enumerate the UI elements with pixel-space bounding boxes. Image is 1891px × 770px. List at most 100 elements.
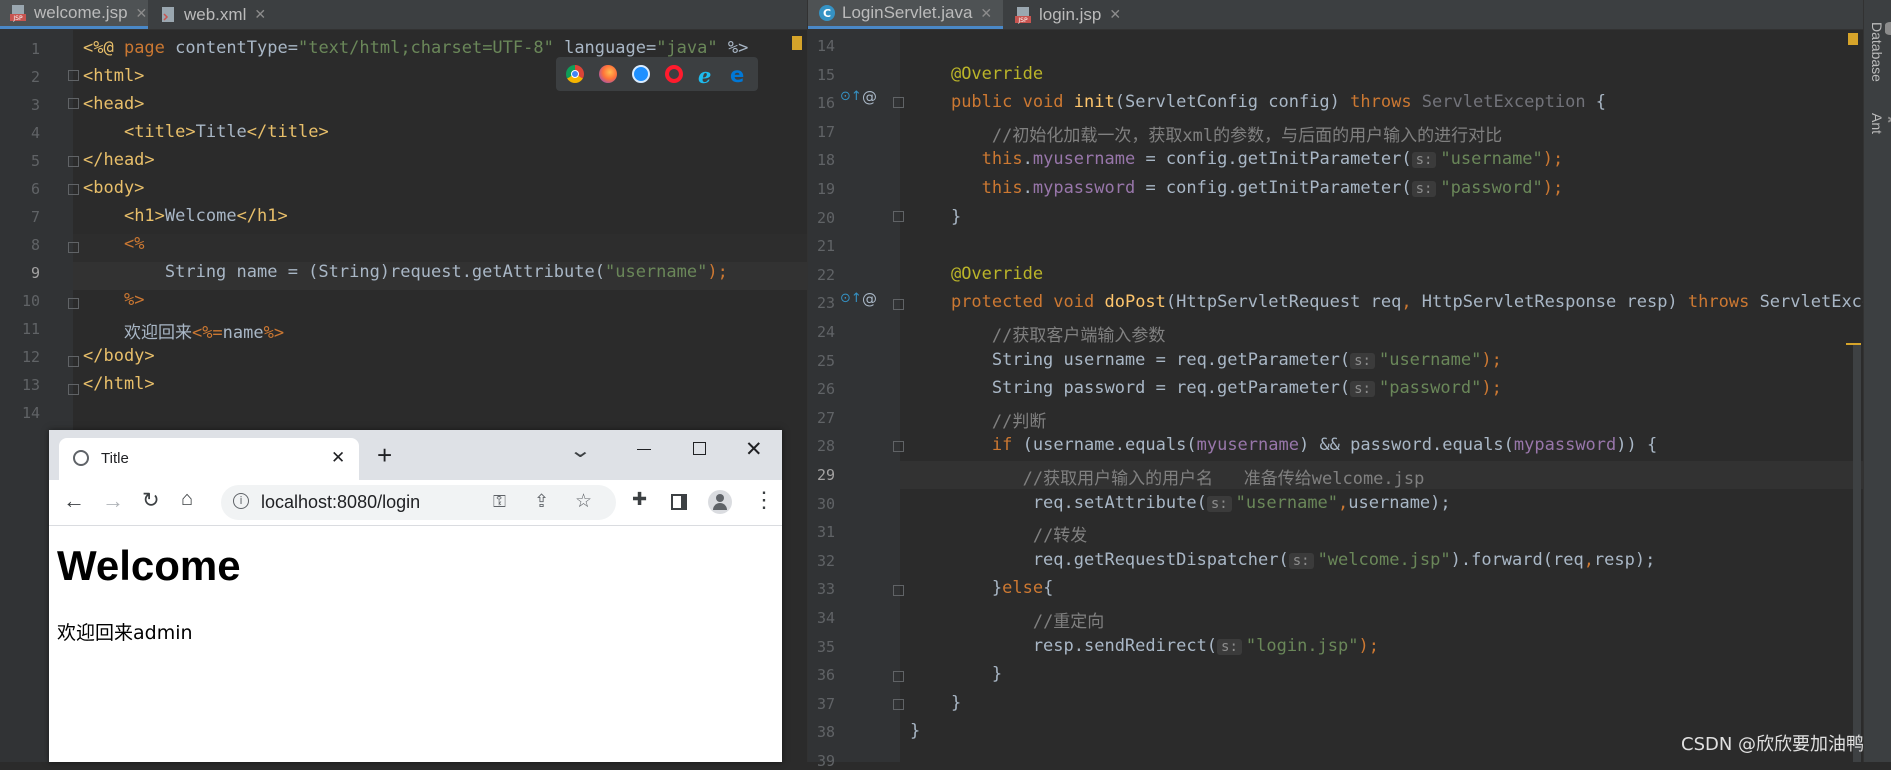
fold-marker[interactable] bbox=[893, 585, 904, 596]
fold-marker[interactable] bbox=[893, 211, 904, 222]
fold-marker[interactable] bbox=[893, 299, 904, 310]
code-line[interactable]: String password = req.getParameter(s: "pa… bbox=[910, 378, 1502, 398]
code-line[interactable]: }else{ bbox=[910, 578, 1053, 598]
vertical-scrollbar[interactable] bbox=[1853, 345, 1861, 762]
chrome-icon[interactable] bbox=[566, 65, 584, 83]
side-panel-icon[interactable] bbox=[671, 494, 687, 510]
fold-marker[interactable] bbox=[68, 70, 79, 81]
code-line[interactable]: %> bbox=[83, 290, 144, 310]
share-icon[interactable]: ⇪ bbox=[534, 491, 549, 512]
key-icon[interactable]: ⚿ bbox=[493, 492, 506, 512]
code-line[interactable]: } bbox=[910, 693, 961, 713]
close-icon[interactable]: ✕ bbox=[1109, 6, 1121, 23]
window-close-button[interactable]: ✕ bbox=[745, 437, 763, 462]
code-line[interactable]: <%@ page contentType="text/html;charset=… bbox=[83, 38, 748, 58]
ant-panel-button[interactable]: ✱ Ant bbox=[1869, 113, 1891, 134]
code-line[interactable]: //判断 bbox=[910, 407, 1046, 432]
annotation-icon[interactable]: @ bbox=[862, 290, 877, 308]
fold-marker[interactable] bbox=[68, 298, 79, 309]
code-line[interactable]: <title>Title</title> bbox=[83, 122, 329, 142]
code-line[interactable]: } bbox=[910, 664, 1002, 684]
code-line[interactable]: req.getRequestDispatcher(s: "welcome.jsp"… bbox=[910, 550, 1656, 570]
star-icon[interactable]: ☆ bbox=[575, 490, 592, 513]
avatar[interactable] bbox=[708, 490, 732, 514]
code-line[interactable]: protected void doPost(HttpServletRequest… bbox=[910, 292, 1891, 312]
address-bar[interactable]: i localhost:8080/login ⚿ ⇪ ☆ bbox=[221, 485, 616, 520]
code-line[interactable]: <% bbox=[83, 234, 144, 254]
code-line[interactable]: <h1>Welcome</h1> bbox=[83, 206, 288, 226]
chevron-down-icon[interactable]: ⌄ bbox=[569, 438, 592, 463]
code-line[interactable]: req.setAttribute(s: "username",username); bbox=[910, 493, 1451, 513]
code-line[interactable]: //获取用户输入的用户名 准备传给welcome.jsp bbox=[910, 464, 1425, 489]
opera-icon[interactable] bbox=[665, 65, 683, 83]
code-line[interactable]: if (username.equals(myusername) && passw… bbox=[910, 435, 1657, 455]
close-icon[interactable]: ✕ bbox=[980, 5, 992, 22]
minimize-button[interactable] bbox=[637, 449, 651, 450]
extensions-icon[interactable]: ✚ bbox=[632, 489, 647, 510]
code-token: init bbox=[1073, 92, 1115, 113]
fold-marker[interactable] bbox=[893, 671, 904, 682]
code-line[interactable]: <head> bbox=[83, 94, 144, 114]
code-line[interactable]: String name = (String)request.getAttribu… bbox=[83, 262, 728, 282]
code-line[interactable]: <html> bbox=[83, 66, 144, 86]
close-icon[interactable]: ✕ bbox=[331, 448, 345, 468]
code-line[interactable]: //初始化加载一次，获取xml的参数，与后面的用户输入的进行对比 bbox=[910, 121, 1502, 146]
fold-marker[interactable] bbox=[68, 384, 79, 395]
edge-icon[interactable]: e bbox=[730, 63, 744, 87]
code-line[interactable]: <body> bbox=[83, 178, 144, 198]
parameter-hint: s: bbox=[1217, 638, 1242, 655]
new-tab-button[interactable]: + bbox=[377, 440, 392, 471]
override-icon[interactable]: ⊙↑ bbox=[840, 291, 862, 306]
line-number: 16 bbox=[816, 94, 835, 113]
firefox-icon[interactable] bbox=[599, 65, 617, 83]
code-line[interactable]: public void init(ServletConfig config) t… bbox=[910, 92, 1606, 112]
override-icon[interactable]: ⊙↑ bbox=[840, 89, 862, 104]
code-line[interactable]: this.myusername = config.getInitParamete… bbox=[910, 149, 1564, 170]
safari-icon[interactable] bbox=[632, 65, 650, 83]
menu-icon[interactable]: ⋮ bbox=[753, 487, 775, 513]
code-line[interactable]: </head> bbox=[83, 150, 155, 170]
forward-button[interactable]: → bbox=[102, 488, 124, 514]
code-line[interactable]: //重定向 bbox=[910, 607, 1104, 632]
fold-marker[interactable] bbox=[68, 242, 79, 253]
code-line[interactable]: } bbox=[910, 207, 961, 227]
tab-login-jsp[interactable]: JSP login.jsp ✕ bbox=[1005, 0, 1130, 29]
code-line[interactable]: </body> bbox=[83, 346, 155, 366]
database-panel-button[interactable]: Database bbox=[1869, 22, 1891, 82]
fold-marker[interactable] bbox=[893, 699, 904, 710]
annotation-icon[interactable]: @ bbox=[862, 88, 877, 106]
ie-icon[interactable]: e bbox=[698, 63, 711, 88]
close-icon[interactable]: ✕ bbox=[254, 6, 266, 23]
code-token: = config.getInitParameter( bbox=[1135, 149, 1412, 170]
tab-welcome-jsp[interactable]: JSP welcome.jsp ✕ bbox=[0, 0, 148, 29]
maximize-button[interactable] bbox=[693, 442, 706, 455]
fold-marker[interactable] bbox=[893, 441, 904, 452]
code-line[interactable]: 欢迎回来<%=name%> bbox=[83, 318, 284, 343]
code-token: "password" bbox=[1440, 178, 1543, 198]
browser-tab[interactable]: Title ✕ bbox=[59, 438, 359, 480]
code-line[interactable]: } bbox=[910, 721, 920, 741]
reload-button[interactable]: ↻ bbox=[142, 488, 160, 513]
fold-marker[interactable] bbox=[68, 98, 79, 109]
fold-marker[interactable] bbox=[68, 156, 79, 167]
home-button[interactable]: ⌂ bbox=[181, 488, 193, 511]
fold-marker[interactable] bbox=[893, 97, 904, 108]
close-icon[interactable]: ✕ bbox=[136, 5, 148, 22]
code-line[interactable]: </html> bbox=[83, 374, 155, 394]
code-line[interactable]: resp.sendRedirect(s: "login.jsp"); bbox=[910, 636, 1379, 656]
code-token: @Override bbox=[950, 263, 1044, 284]
tab-web-xml[interactable]: web.xml ✕ bbox=[150, 0, 275, 29]
line-number: 17 bbox=[816, 122, 835, 141]
info-icon[interactable]: i bbox=[233, 493, 249, 509]
tab-login-servlet[interactable]: C LoginServlet.java ✕ bbox=[808, 0, 1003, 29]
fold-marker[interactable] bbox=[68, 356, 79, 367]
code-line[interactable]: this.mypassword = config.getInitParamete… bbox=[910, 178, 1564, 198]
code-line[interactable]: @Override bbox=[910, 264, 1043, 284]
code-line[interactable]: String username = req.getParameter(s: "us… bbox=[910, 350, 1502, 370]
fold-marker[interactable] bbox=[68, 184, 79, 195]
back-button[interactable]: ← bbox=[63, 488, 85, 514]
code-line[interactable]: @Override bbox=[910, 64, 1043, 84]
code-line[interactable]: //获取客户端输入参数 bbox=[910, 321, 1165, 346]
code-line[interactable]: //转发 bbox=[910, 521, 1087, 546]
line-number: 15 bbox=[816, 65, 835, 84]
